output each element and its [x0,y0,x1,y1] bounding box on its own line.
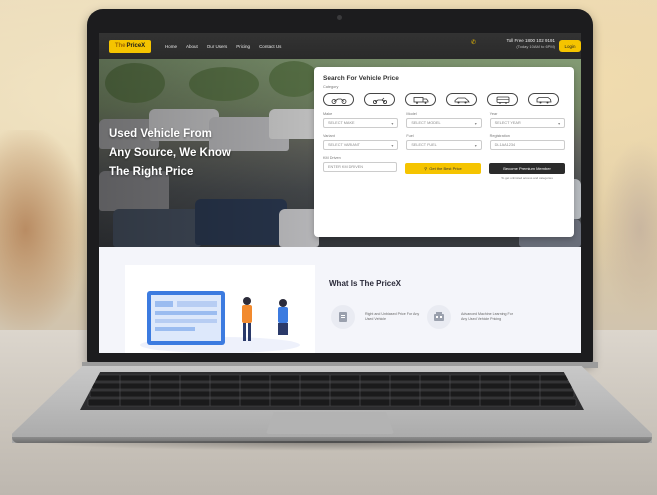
logo-name: PriceX [126,43,146,49]
login-button[interactable]: Login [559,40,581,52]
variant-select-value: SELECT VARIANT [328,143,360,147]
registration-label: Registration [489,134,510,138]
vehicle-type-suv[interactable] [528,93,559,106]
premium-field: Become Premium Member To get unlimited a… [489,156,565,180]
variant-label: Variant [323,134,335,138]
get-best-price-label: Get the Best Price [429,166,462,171]
chevron-down-icon: ▾ [474,143,477,148]
nav-item-pricing[interactable]: Pricing [236,44,250,49]
about-section: What Is The PriceX Right and Unbiased Pr… [99,247,581,353]
make-select[interactable]: SELECT MAKE ▾ [323,118,399,128]
fuel-field: Fuel SELECT FUEL ▾ [406,134,482,150]
tollfree-number: Toll Free 1800 102 9191 [506,38,555,43]
laptop-screen: The PriceX Home About Our Users Pricing … [99,33,581,353]
search-row-1: Make SELECT MAKE ▾ Model SELECT MODEL ▾ Ye… [323,112,565,128]
background-decor-right [600,140,657,320]
motorcycle-icon [331,98,346,104]
best-price-field: ⚲ Get the Best Price [405,156,481,180]
fuel-select[interactable]: SELECT FUEL ▾ [406,140,482,150]
search-card-title: Search For Vehicle Price [323,75,399,82]
search-row-2: Variant SELECT VARIANT ▾ Fuel SELECT FUEL… [323,134,565,150]
registration-input-value: DL1AA1234 [494,143,516,147]
webcam [337,15,342,20]
premium-note: To get unlimited access and categories [501,176,553,180]
vehicle-type-bus[interactable] [487,93,518,106]
laptop-lid: The PriceX Home About Our Users Pricing … [87,9,593,364]
site-logo[interactable]: The PriceX [109,39,151,53]
hero-headline-line: Any Source, We Know [109,147,231,159]
search-icon: ⚲ [424,166,428,171]
search-row-3: KM Driven ENTER KM DRIVEN ⚲ Get the Best … [323,156,565,180]
feature-item: Right and Unbiased Price For Any Used Ve… [331,305,421,329]
nav-menu: Home About Our Users Pricing Contact Us [165,44,281,49]
laptop-trackpad [266,412,394,434]
scooter-icon [372,97,387,104]
model-label: Model [406,112,417,116]
fuel-label: Fuel [406,134,414,138]
make-field: Make SELECT MAKE ▾ [323,112,399,128]
site-navbar: The PriceX Home About Our Users Pricing … [99,33,581,59]
get-best-price-button[interactable]: ⚲ Get the Best Price [405,163,481,174]
dashboard-illustration [140,291,300,353]
chevron-down-icon: ▾ [558,121,560,126]
model-select[interactable]: SELECT MODEL ▾ [406,118,482,128]
vehicle-type-scooter[interactable] [364,93,395,106]
category-label: Category [323,85,339,89]
background-decor-left [0,130,85,330]
km-label: KM Driven [323,156,341,160]
truck-icon [413,96,428,104]
laptop-keyboard [80,372,584,410]
logo-prefix: The [114,43,126,49]
feature-text: Advanced Machine Learning For Any Used V… [461,312,513,321]
year-select-value: SELECT YEAR [494,121,521,125]
fuel-select-value: SELECT FUEL [411,143,437,147]
nav-item-home[interactable]: Home [165,44,177,49]
registration-input[interactable]: DL1AA1234 [489,140,565,150]
vehicle-type-car[interactable] [446,93,477,106]
phone-icon: ✆ [471,40,477,46]
variant-field: Variant SELECT VARIANT ▾ [323,134,399,150]
tollfree-info: Toll Free 1800 102 9191 (Today 10AM to 6… [479,38,555,49]
chevron-down-icon: ▾ [391,121,394,126]
laptop-shadow [20,441,644,451]
chevron-down-icon: ▾ [474,121,477,126]
about-title: What Is The PriceX [329,279,402,288]
nav-item-contact[interactable]: Contact Us [259,44,281,49]
tollfree-hours: (Today 10AM to 6PM) [516,44,555,49]
about-illustration [125,265,315,353]
chevron-down-icon: ▾ [391,143,394,148]
year-label: Year [489,112,498,116]
hero-headline-line: Used Vehicle From [109,128,212,140]
variant-select[interactable]: SELECT VARIANT ▾ [323,140,399,150]
machine-learning-icon [427,305,451,329]
make-select-value: SELECT MAKE [328,121,355,125]
vehicle-type-truck[interactable] [405,93,436,106]
vehicle-type-motorcycle[interactable] [323,93,354,106]
vehicle-search-card: Search For Vehicle Price Category Make S… [314,67,574,237]
make-label: Make [323,112,333,116]
document-icon [331,305,355,329]
feature-text: Right and Unbiased Price For Any Used Ve… [365,312,420,321]
car-icon [454,97,470,103]
year-field: Year SELECT YEAR ▾ [489,112,565,128]
suv-icon [536,96,551,103]
bus-icon [496,96,509,104]
registration-field: Registration DL1AA1234 [489,134,565,150]
hero-headline: Used Vehicle From Any Source, We Know Th… [109,125,269,182]
become-premium-button[interactable]: Become Premium Member [489,163,565,174]
km-input-value: ENTER KM DRIVEN [328,165,364,169]
vehicle-type-selector [323,93,565,106]
model-field: Model SELECT MODEL ▾ [406,112,482,128]
nav-item-about[interactable]: About [186,44,198,49]
km-field: KM Driven ENTER KM DRIVEN [323,156,397,180]
hero-headline-line: The Right Price [109,166,194,178]
year-select[interactable]: SELECT YEAR ▾ [489,118,565,128]
feature-item: Advanced Machine Learning For Any Used V… [427,305,517,329]
model-select-value: SELECT MODEL [411,121,441,125]
km-input[interactable]: ENTER KM DRIVEN [323,162,397,172]
nav-item-our-users[interactable]: Our Users [207,44,228,49]
